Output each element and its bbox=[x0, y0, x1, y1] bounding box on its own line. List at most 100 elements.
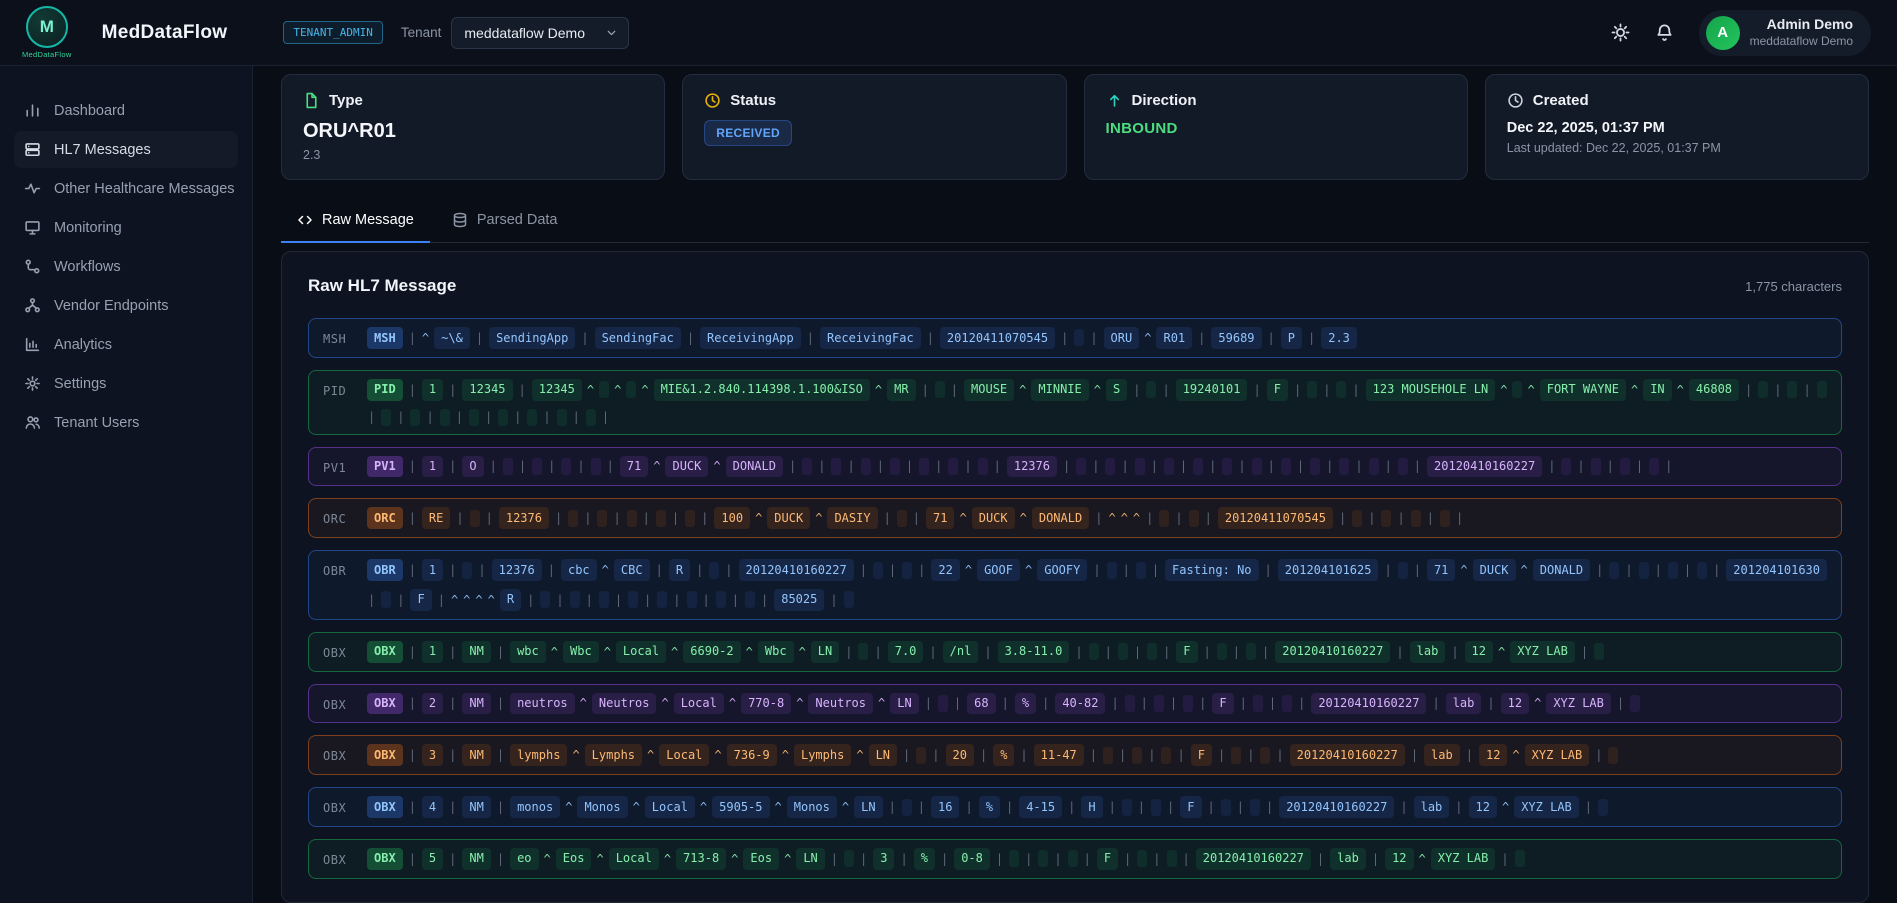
field-value-chip[interactable]: XYZ LAB bbox=[1514, 796, 1579, 818]
field-value-chip[interactable]: neutros bbox=[510, 693, 575, 715]
field-value-chip[interactable]: 123 MOUSEHOLE LN bbox=[1366, 379, 1496, 401]
field-value-chip[interactable]: F bbox=[1191, 744, 1212, 766]
field-value-chip[interactable]: F bbox=[1176, 641, 1197, 663]
tab-parsed-data[interactable]: Parsed Data bbox=[436, 202, 574, 243]
field-value-chip[interactable]: 12376 bbox=[1007, 456, 1057, 478]
field-value-chip[interactable]: 71 bbox=[926, 507, 954, 529]
segment-name-chip[interactable]: OBX bbox=[367, 693, 403, 715]
field-value-chip[interactable]: MIE&1.2.840.114398.1.100&ISO bbox=[654, 379, 870, 401]
field-value-chip[interactable]: 20120410160227 bbox=[1275, 641, 1390, 663]
field-value-chip[interactable]: 12376 bbox=[499, 507, 549, 529]
field-value-chip[interactable]: SendingApp bbox=[489, 327, 575, 349]
field-value-chip[interactable]: 3 bbox=[873, 848, 894, 870]
field-value-chip[interactable]: F bbox=[1267, 379, 1288, 401]
field-value-chip[interactable]: GOOF bbox=[977, 559, 1020, 581]
notifications-button[interactable] bbox=[1647, 15, 1683, 51]
field-value-chip[interactable]: lab bbox=[1410, 641, 1446, 663]
field-value-chip[interactable]: F bbox=[410, 589, 431, 611]
field-value-chip[interactable]: LN bbox=[890, 693, 918, 715]
field-value-chip[interactable]: 6690-2 bbox=[683, 641, 740, 663]
field-value-chip[interactable]: 11-47 bbox=[1034, 744, 1084, 766]
segment-name-chip[interactable]: OBX bbox=[367, 744, 403, 766]
field-value-chip[interactable]: 20120410160227 bbox=[739, 559, 854, 581]
field-value-chip[interactable]: 201204101625 bbox=[1278, 559, 1379, 581]
field-value-chip[interactable]: 2.3 bbox=[1321, 327, 1357, 349]
field-value-chip[interactable]: XYZ LAB bbox=[1431, 848, 1496, 870]
segment-row-obx[interactable]: OBXOBX|4|NM|monos^Monos^Local^5905-5^Mon… bbox=[308, 787, 1842, 827]
field-value-chip[interactable]: 12 bbox=[1385, 848, 1413, 870]
field-value-chip[interactable]: 12 bbox=[1479, 744, 1507, 766]
segment-name-chip[interactable]: MSH bbox=[367, 327, 403, 349]
field-value-chip[interactable]: MINNIE bbox=[1031, 379, 1088, 401]
field-value-chip[interactable]: monos bbox=[510, 796, 560, 818]
sidebar-item-other-healthcare-messages[interactable]: Other Healthcare Messages bbox=[14, 170, 238, 207]
segment-row-obx[interactable]: OBXOBX|1|NM|wbc^Wbc^Local^6690-2^Wbc^LN|… bbox=[308, 632, 1842, 672]
field-value-chip[interactable]: /nl bbox=[943, 641, 979, 663]
tab-raw-message[interactable]: Raw Message bbox=[281, 202, 430, 243]
field-value-chip[interactable]: lab bbox=[1424, 744, 1460, 766]
field-value-chip[interactable]: eo bbox=[510, 848, 538, 870]
field-value-chip[interactable]: ORU bbox=[1104, 327, 1140, 349]
segment-row-pv1[interactable]: PV1PV1|1|O|||||71^DUCK^DONALD||||||||123… bbox=[308, 447, 1842, 487]
field-value-chip[interactable]: 20120410160227 bbox=[1279, 796, 1394, 818]
field-value-chip[interactable]: RE bbox=[422, 507, 450, 529]
sidebar-item-settings[interactable]: Settings bbox=[14, 365, 238, 402]
field-value-chip[interactable]: LN bbox=[796, 848, 824, 870]
field-value-chip[interactable]: 12 bbox=[1469, 796, 1497, 818]
field-value-chip[interactable]: XYZ LAB bbox=[1525, 744, 1590, 766]
field-value-chip[interactable]: 19240101 bbox=[1176, 379, 1248, 401]
field-value-chip[interactable]: Lymphs bbox=[585, 744, 642, 766]
field-value-chip[interactable]: Wbc bbox=[758, 641, 794, 663]
segment-name-chip[interactable]: OBR bbox=[367, 559, 403, 581]
field-value-chip[interactable]: H bbox=[1081, 796, 1102, 818]
field-value-chip[interactable]: NM bbox=[462, 744, 490, 766]
field-value-chip[interactable]: Local bbox=[616, 641, 666, 663]
field-value-chip[interactable]: CBC bbox=[614, 559, 650, 581]
field-value-chip[interactable]: % bbox=[914, 848, 935, 870]
segment-name-chip[interactable]: ORC bbox=[367, 507, 403, 529]
field-value-chip[interactable]: lab bbox=[1330, 848, 1366, 870]
field-value-chip[interactable]: 16 bbox=[931, 796, 959, 818]
segment-row-orc[interactable]: ORCORC|RE||12376||||||100^DUCK^DASIY||71… bbox=[308, 498, 1842, 538]
field-value-chip[interactable]: Neutros bbox=[808, 693, 873, 715]
field-value-chip[interactable]: NM bbox=[462, 693, 490, 715]
field-value-chip[interactable]: 20120411070545 bbox=[1218, 507, 1333, 529]
field-value-chip[interactable]: 12345 bbox=[462, 379, 512, 401]
field-value-chip[interactable]: 736-9 bbox=[727, 744, 777, 766]
field-value-chip[interactable]: SendingFac bbox=[595, 327, 681, 349]
field-value-chip[interactable]: Fasting: No bbox=[1165, 559, 1258, 581]
field-value-chip[interactable]: Neutros bbox=[592, 693, 657, 715]
field-value-chip[interactable]: lymphs bbox=[510, 744, 567, 766]
field-value-chip[interactable]: % bbox=[993, 744, 1014, 766]
field-value-chip[interactable]: Monos bbox=[787, 796, 837, 818]
segment-row-obx[interactable]: OBXOBX|5|NM|eo^Eos^Local^713-8^Eos^LN||3… bbox=[308, 839, 1842, 879]
field-value-chip[interactable]: 46808 bbox=[1689, 379, 1739, 401]
field-value-chip[interactable]: Monos bbox=[577, 796, 627, 818]
field-value-chip[interactable]: Local bbox=[645, 796, 695, 818]
segment-name-chip[interactable]: OBX bbox=[367, 641, 403, 663]
field-value-chip[interactable]: MOUSE bbox=[964, 379, 1014, 401]
field-value-chip[interactable]: XYZ LAB bbox=[1546, 693, 1611, 715]
field-value-chip[interactable]: Local bbox=[659, 744, 709, 766]
field-value-chip[interactable]: DUCK bbox=[665, 456, 708, 478]
field-value-chip[interactable]: 0-8 bbox=[954, 848, 990, 870]
field-value-chip[interactable]: % bbox=[979, 796, 1000, 818]
field-value-chip[interactable]: LN bbox=[854, 796, 882, 818]
field-value-chip[interactable]: DUCK bbox=[1473, 559, 1516, 581]
field-value-chip[interactable]: Eos bbox=[556, 848, 592, 870]
field-value-chip[interactable]: 4 bbox=[422, 796, 443, 818]
field-value-chip[interactable]: 71 bbox=[1427, 559, 1455, 581]
field-value-chip[interactable]: LN bbox=[811, 641, 839, 663]
field-value-chip[interactable]: Local bbox=[674, 693, 724, 715]
field-value-chip[interactable]: 20 bbox=[946, 744, 974, 766]
field-value-chip[interactable]: Local bbox=[609, 848, 659, 870]
tenant-select[interactable]: meddataflow Demo bbox=[451, 17, 629, 49]
field-value-chip[interactable]: NM bbox=[462, 641, 490, 663]
field-value-chip[interactable]: ReceivingFac bbox=[820, 327, 921, 349]
field-value-chip[interactable]: LN bbox=[869, 744, 897, 766]
field-value-chip[interactable]: 4-15 bbox=[1019, 796, 1062, 818]
field-value-chip[interactable]: 20120410160227 bbox=[1290, 744, 1405, 766]
field-value-chip[interactable]: 713-8 bbox=[676, 848, 726, 870]
field-value-chip[interactable]: DONALD bbox=[1032, 507, 1089, 529]
field-value-chip[interactable]: DUCK bbox=[767, 507, 810, 529]
